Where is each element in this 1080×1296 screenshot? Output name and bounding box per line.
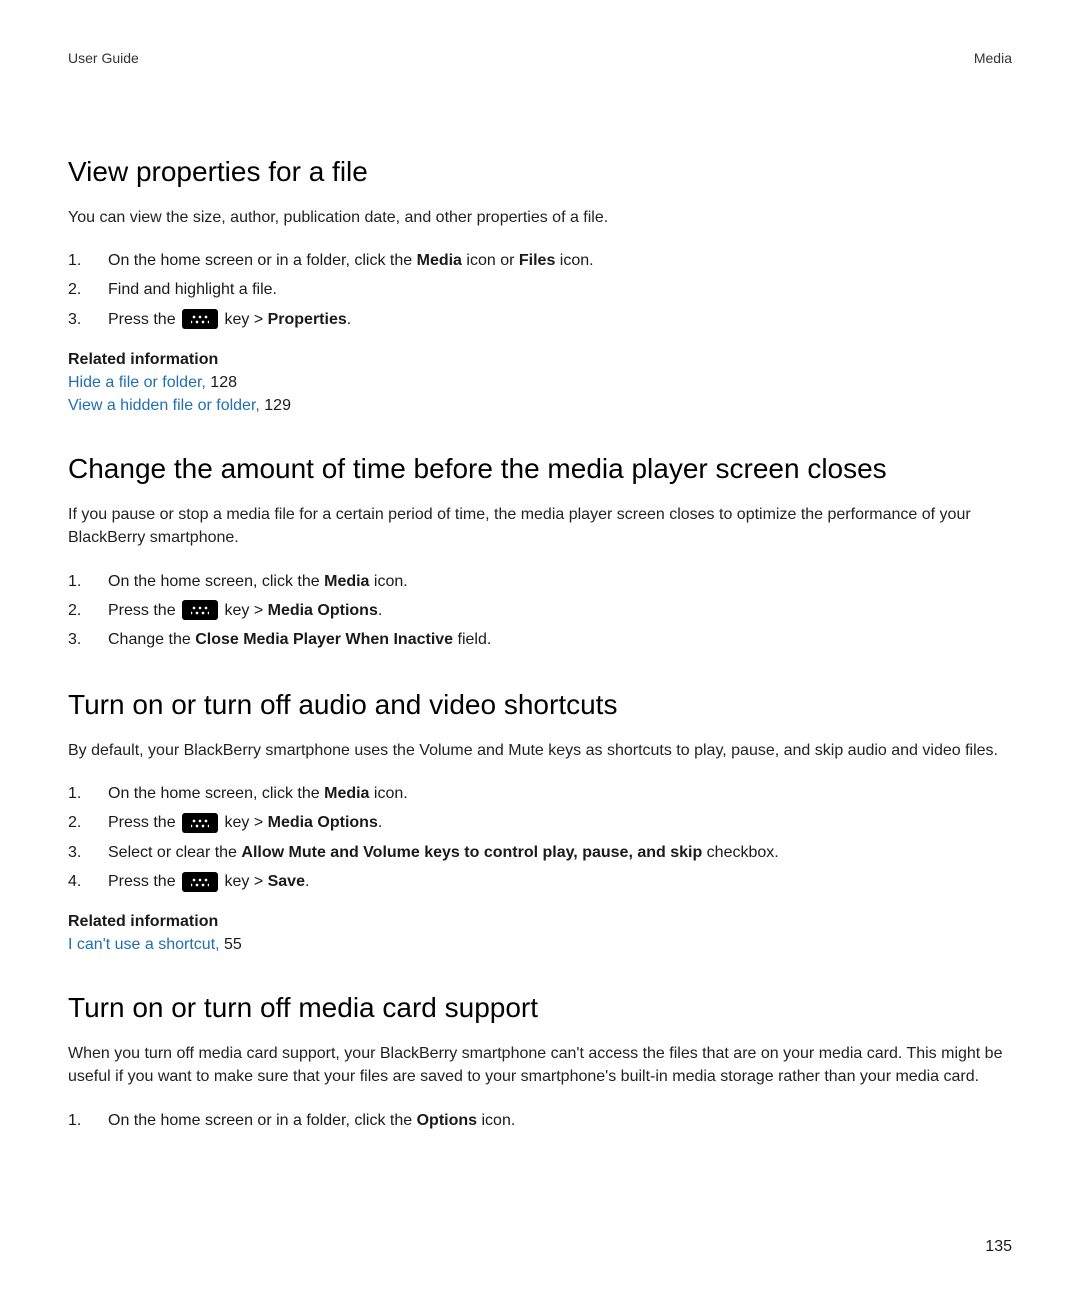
related-link-line: View a hidden file or folder, 129 (68, 394, 1012, 417)
step-item: On the home screen or in a folder, click… (68, 1107, 1012, 1134)
related-info-heading: Related information (68, 351, 1012, 369)
intro-text: If you pause or stop a media file for a … (68, 503, 1012, 549)
section-view-properties: View properties for a file You can view … (68, 156, 1012, 417)
related-links: Hide a file or folder, 128 View a hidden… (68, 371, 1012, 417)
link-page-ref: 129 (260, 397, 291, 414)
related-links: I can't use a shortcut, 55 (68, 933, 1012, 956)
step-item: On the home screen or in a folder, click… (68, 247, 1012, 274)
header-left: User Guide (68, 50, 139, 66)
intro-text: By default, your BlackBerry smartphone u… (68, 739, 1012, 762)
steps-list: On the home screen, click the Media icon… (68, 780, 1012, 895)
step-item: Press the key > Save. (68, 868, 1012, 895)
heading-media-card: Turn on or turn off media card support (68, 992, 1012, 1024)
page-number: 135 (985, 1238, 1012, 1256)
heading-view-properties: View properties for a file (68, 156, 1012, 188)
related-info-heading: Related information (68, 913, 1012, 931)
blackberry-key-icon (182, 813, 218, 833)
step-item: On the home screen, click the Media icon… (68, 780, 1012, 807)
heading-shortcuts: Turn on or turn off audio and video shor… (68, 689, 1012, 721)
step-item: Change the Close Media Player When Inact… (68, 626, 1012, 653)
intro-text: You can view the size, author, publicati… (68, 206, 1012, 229)
step-item: On the home screen, click the Media icon… (68, 568, 1012, 595)
link-hide-file[interactable]: Hide a file or folder, (68, 374, 206, 391)
section-media-card-support: Turn on or turn off media card support W… (68, 992, 1012, 1134)
step-item: Press the key > Media Options. (68, 809, 1012, 836)
steps-list: On the home screen, click the Media icon… (68, 568, 1012, 654)
page-header: User Guide Media (68, 50, 1012, 66)
step-item: Find and highlight a file. (68, 276, 1012, 303)
link-page-ref: 128 (206, 374, 237, 391)
section-change-time: Change the amount of time before the med… (68, 453, 1012, 653)
link-cant-use-shortcut[interactable]: I can't use a shortcut, (68, 936, 220, 953)
link-view-hidden[interactable]: View a hidden file or folder, (68, 397, 260, 414)
related-link-line: I can't use a shortcut, 55 (68, 933, 1012, 956)
header-right: Media (974, 50, 1012, 66)
link-page-ref: 55 (220, 936, 242, 953)
steps-list: On the home screen or in a folder, click… (68, 1107, 1012, 1134)
related-link-line: Hide a file or folder, 128 (68, 371, 1012, 394)
step-item: Select or clear the Allow Mute and Volum… (68, 839, 1012, 866)
blackberry-key-icon (182, 309, 218, 329)
steps-list: On the home screen or in a folder, click… (68, 247, 1012, 333)
heading-change-time: Change the amount of time before the med… (68, 453, 1012, 485)
blackberry-key-icon (182, 600, 218, 620)
step-item: Press the key > Properties. (68, 306, 1012, 333)
section-audio-video-shortcuts: Turn on or turn off audio and video shor… (68, 689, 1012, 956)
intro-text: When you turn off media card support, yo… (68, 1042, 1012, 1088)
step-item: Press the key > Media Options. (68, 597, 1012, 624)
blackberry-key-icon (182, 872, 218, 892)
